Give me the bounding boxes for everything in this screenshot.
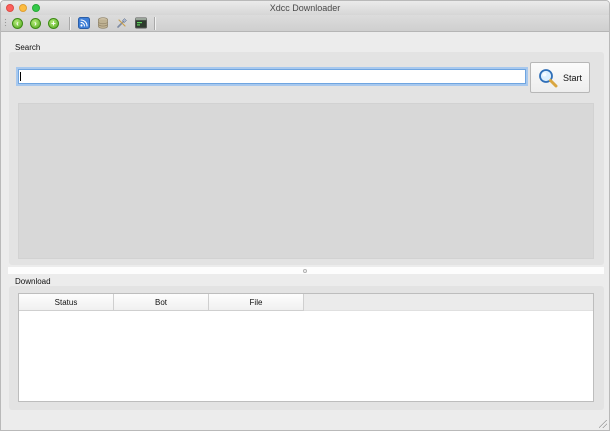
window-resize-grip[interactable] — [599, 420, 607, 428]
downloads-table[interactable]: Status Bot File — [18, 293, 594, 402]
column-header-file[interactable]: File — [209, 294, 304, 311]
search-group-label: Search — [15, 43, 41, 52]
toolbar: ‹ › + — [1, 15, 609, 32]
window-title: Xdcc Downloader — [269, 3, 341, 13]
close-window-button[interactable] — [6, 4, 14, 12]
column-header-bot[interactable]: Bot — [114, 294, 209, 311]
green-circle-right-icon[interactable]: › — [30, 18, 41, 29]
rss-feed-icon[interactable] — [78, 17, 90, 29]
toolbar-separator — [154, 17, 155, 30]
app-window: Xdcc Downloader ‹ › + Search Start Downl… — [0, 0, 610, 431]
green-circle-plus-icon[interactable]: + — [48, 18, 59, 29]
column-header-status[interactable]: Status — [19, 294, 114, 311]
search-results-area[interactable] — [18, 103, 594, 259]
wrench-tools-icon[interactable] — [116, 17, 128, 29]
download-group-label: Download — [15, 277, 51, 286]
start-button[interactable]: Start — [530, 62, 590, 93]
zoom-window-button[interactable] — [32, 4, 40, 12]
database-icon[interactable] — [97, 17, 109, 29]
search-input[interactable] — [18, 69, 526, 84]
terminal-window-icon[interactable] — [135, 17, 147, 29]
table-header: Status Bot File — [19, 294, 593, 311]
magnifier-icon — [539, 68, 558, 87]
title-bar[interactable]: Xdcc Downloader — [1, 1, 609, 15]
toolbar-grip-handle[interactable] — [4, 18, 7, 28]
green-circle-left-icon[interactable]: ‹ — [12, 18, 23, 29]
start-button-label: Start — [563, 72, 583, 83]
text-caret — [20, 72, 21, 81]
minimize-window-button[interactable] — [19, 4, 27, 12]
toolbar-separator — [69, 17, 70, 30]
splitter-handle[interactable] — [303, 269, 307, 273]
